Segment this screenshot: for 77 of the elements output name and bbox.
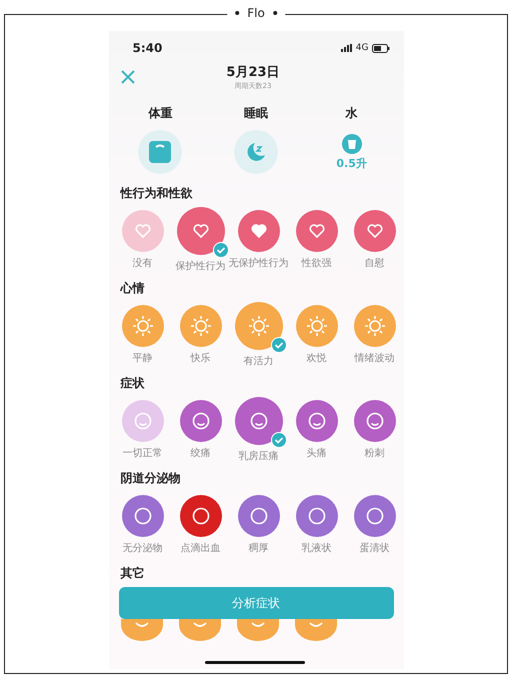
smile-icon <box>192 622 206 628</box>
section-title: 心情 <box>119 280 146 297</box>
face-icon <box>132 411 152 431</box>
status-time: 5:40 <box>132 41 162 55</box>
face-icon <box>248 411 268 431</box>
check-icon <box>212 242 228 258</box>
option-label: 稠厚 <box>248 542 268 555</box>
option-label: 没有 <box>132 257 152 270</box>
cup-icon[interactable] <box>342 134 362 154</box>
option-button[interactable] <box>296 495 338 537</box>
option-button[interactable] <box>180 495 222 537</box>
option-label: 平静 <box>132 352 152 365</box>
analyze-button[interactable]: 分析症状 <box>118 587 394 619</box>
option-label: 欢悦 <box>306 352 326 365</box>
water-amount: 0.5升 <box>336 156 367 170</box>
option-label: 快乐 <box>190 352 210 365</box>
option-label: 点滴出血 <box>180 542 220 555</box>
option-label: 有活力 <box>244 354 274 368</box>
face-icon <box>190 411 210 431</box>
option-button[interactable] <box>296 400 338 442</box>
tracker-label: 体重 <box>148 105 172 122</box>
close-icon[interactable] <box>120 70 134 84</box>
heart-icon <box>366 224 382 238</box>
section-title: 性行为和性欲 <box>119 185 194 202</box>
circle-icon <box>250 507 268 525</box>
option-label: 无保护性行为 <box>228 256 288 270</box>
smile-icon <box>250 622 264 628</box>
heart-icon <box>134 224 150 238</box>
option-button[interactable] <box>354 495 396 537</box>
sun-icon <box>248 315 270 337</box>
option-button[interactable] <box>122 495 164 537</box>
option-label: 情绪波动 <box>354 352 394 365</box>
option-label: 乳房压痛 <box>238 450 278 463</box>
circle-icon <box>308 507 326 525</box>
sun-icon <box>132 315 154 337</box>
smile-icon <box>134 622 148 628</box>
check-icon <box>270 337 286 353</box>
option-label: 无分泌物 <box>122 542 162 555</box>
option-label: 一切正常 <box>122 446 162 460</box>
option-button[interactable] <box>354 400 396 442</box>
option-label: 自慰 <box>364 256 384 270</box>
option-button[interactable] <box>180 400 222 442</box>
scale-icon[interactable] <box>149 141 172 163</box>
circle-icon <box>366 507 384 525</box>
option-label: 乳液状 <box>302 542 332 555</box>
option-label: 绞痛 <box>190 446 210 460</box>
section-title: 症状 <box>119 375 146 392</box>
smile-icon <box>308 622 322 628</box>
sun-icon <box>364 315 386 337</box>
circle-icon <box>134 507 152 525</box>
option-label: 头痛 <box>306 446 326 460</box>
network-label: 4G <box>356 43 368 53</box>
sun-icon <box>190 315 212 337</box>
option-button[interactable] <box>296 210 338 252</box>
option-button[interactable] <box>238 210 280 252</box>
face-icon <box>306 411 326 431</box>
option-label: 性欲强 <box>302 256 332 270</box>
option-label: 保护性行为 <box>176 260 226 273</box>
heart-icon <box>192 224 208 238</box>
tracker-label: 睡眠 <box>244 105 268 122</box>
check-icon <box>270 432 286 448</box>
heart-icon <box>308 224 324 238</box>
face-icon <box>364 411 384 431</box>
signal-icon <box>340 44 353 52</box>
section-title: 其它 <box>120 565 146 582</box>
circle-icon <box>192 507 210 525</box>
option-button[interactable] <box>238 495 280 537</box>
option-label: 蛋清状 <box>360 542 390 555</box>
section-title: 阴道分泌物 <box>120 470 182 487</box>
date-title: 5月23日 <box>226 64 280 81</box>
tracker-label: 水 <box>346 105 358 122</box>
battery-icon <box>372 44 390 52</box>
sun-icon <box>306 315 328 337</box>
figure-title: Flo <box>247 6 265 20</box>
option-label: 粉刺 <box>364 446 384 460</box>
option-button[interactable] <box>354 210 396 252</box>
heart-icon <box>250 224 266 238</box>
